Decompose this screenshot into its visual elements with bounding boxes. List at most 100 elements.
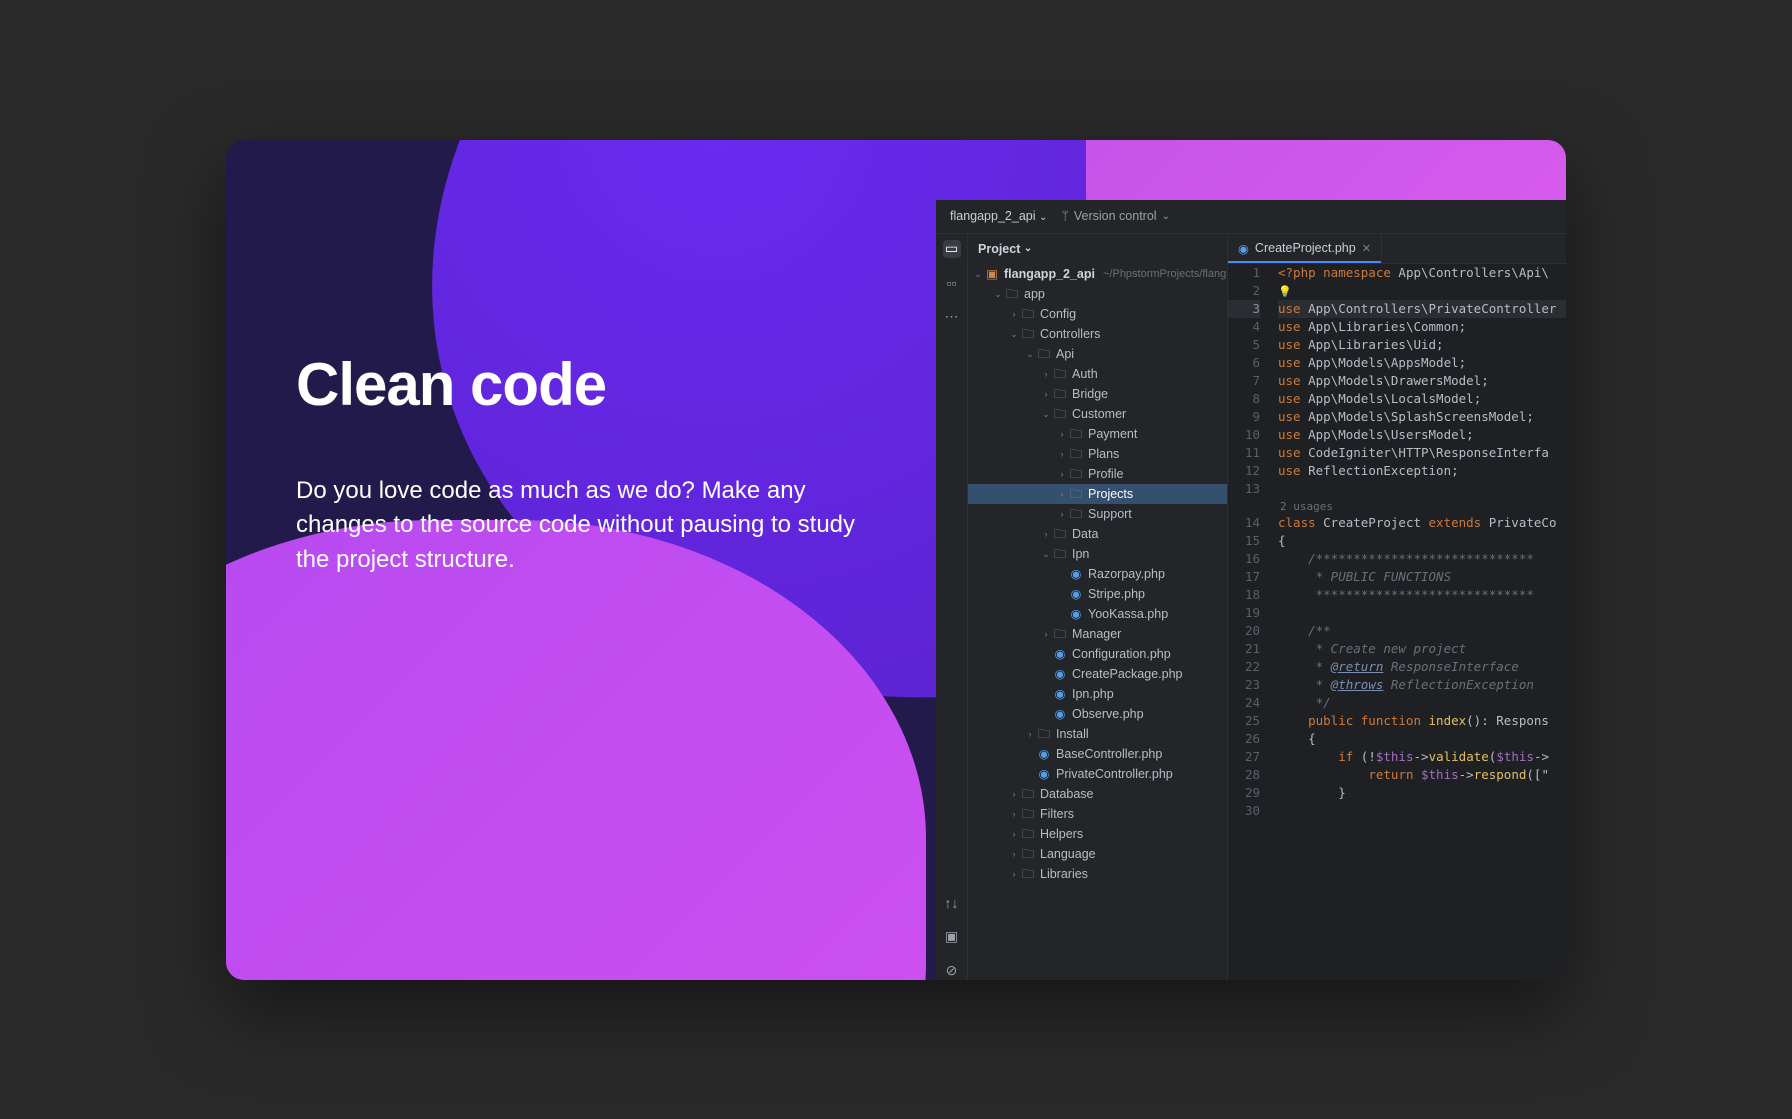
line-number[interactable]: 29 [1228, 784, 1260, 802]
code-line[interactable]: * PUBLIC FUNCTIONS [1278, 568, 1566, 586]
line-number[interactable]: 16 [1228, 550, 1260, 568]
project-tool-icon[interactable]: ▭ [943, 240, 961, 258]
tree-folder[interactable]: ⌄🗀Customer [968, 404, 1227, 424]
more-tool-icon[interactable]: ⋯ [943, 308, 961, 326]
code-line[interactable]: return $this->respond([" [1278, 766, 1566, 784]
code-line[interactable]: <?php namespace App\Controllers\Api\ [1278, 264, 1566, 282]
tree-folder[interactable]: ⌄🗀Controllers [968, 324, 1227, 344]
tree-folder[interactable]: ›🗀Support [968, 504, 1227, 524]
tree-file[interactable]: ◉Razorpay.php [968, 564, 1227, 584]
problems-tool-icon[interactable]: ⊘ [943, 962, 961, 980]
code-line[interactable]: if (!$this->validate($this-> [1278, 748, 1566, 766]
tree-file[interactable]: ◉Observe.php [968, 704, 1227, 724]
code-line[interactable]: use App\Models\LocalsModel; [1278, 390, 1566, 408]
tree-folder[interactable]: ›🗀Install [968, 724, 1227, 744]
line-number[interactable]: 18 [1228, 586, 1260, 604]
line-number[interactable]: 14 [1228, 514, 1260, 532]
tree-folder[interactable]: ⌄🗀app [968, 284, 1227, 304]
code-line[interactable]: use App\Libraries\Common; [1278, 318, 1566, 336]
code-line[interactable]: use ReflectionException; [1278, 462, 1566, 480]
tree-file[interactable]: ◉YooKassa.php [968, 604, 1227, 624]
line-number[interactable]: 24 [1228, 694, 1260, 712]
line-number[interactable]: 21 [1228, 640, 1260, 658]
code-line[interactable]: use App\Libraries\Uid; [1278, 336, 1566, 354]
version-control-dropdown[interactable]: ᛘ Version control ⌄ [1061, 209, 1170, 223]
tree-folder[interactable]: ›🗀Language [968, 844, 1227, 864]
code-line[interactable]: use CodeIgniter\HTTP\ResponseInterfa [1278, 444, 1566, 462]
line-number[interactable]: 9 [1228, 408, 1260, 426]
code-line[interactable]: */ [1278, 694, 1566, 712]
code-line[interactable]: /** [1278, 622, 1566, 640]
tree-folder[interactable]: ›🗀Libraries [968, 864, 1227, 884]
tab-createproject[interactable]: ◉ CreateProject.php ✕ [1228, 234, 1382, 263]
line-number[interactable]: 25 [1228, 712, 1260, 730]
tree-folder[interactable]: ›🗀Manager [968, 624, 1227, 644]
code-line[interactable] [1278, 604, 1566, 622]
tree-folder[interactable]: ›🗀Database [968, 784, 1227, 804]
tree-folder[interactable]: ›🗀Auth [968, 364, 1227, 384]
line-number[interactable]: 10 [1228, 426, 1260, 444]
code-line[interactable]: * @return ResponseInterface [1278, 658, 1566, 676]
code-line[interactable]: ***************************** [1278, 586, 1566, 604]
tree-folder[interactable]: ›🗀Bridge [968, 384, 1227, 404]
line-number[interactable]: 23 [1228, 676, 1260, 694]
tree-folder[interactable]: ›🗀Helpers [968, 824, 1227, 844]
line-number[interactable]: 3 [1228, 300, 1260, 318]
terminal-tool-icon[interactable]: ▣ [943, 928, 961, 946]
line-number[interactable]: 11 [1228, 444, 1260, 462]
code-line[interactable]: use App\Controllers\PrivateController [1278, 300, 1566, 318]
tree-folder[interactable]: ›🗀Projects [968, 484, 1227, 504]
line-number[interactable]: 4 [1228, 318, 1260, 336]
line-number[interactable]: 17 [1228, 568, 1260, 586]
tree-file[interactable]: ◉BaseController.php [968, 744, 1227, 764]
line-number[interactable]: 15 [1228, 532, 1260, 550]
project-tree[interactable]: ⌄▣flangapp_2_api~/PhpstormProjects/flang… [968, 264, 1227, 980]
tree-file[interactable]: ◉Ipn.php [968, 684, 1227, 704]
tree-file[interactable]: ◉PrivateController.php [968, 764, 1227, 784]
code-line[interactable]: } [1278, 784, 1566, 802]
tree-file[interactable]: ◉Stripe.php [968, 584, 1227, 604]
code-line[interactable]: use App\Models\DrawersModel; [1278, 372, 1566, 390]
tree-folder[interactable]: ›🗀Profile [968, 464, 1227, 484]
line-number[interactable]: 28 [1228, 766, 1260, 784]
tree-folder[interactable]: ›🗀Payment [968, 424, 1227, 444]
tree-folder[interactable]: ›🗀Filters [968, 804, 1227, 824]
line-number[interactable]: 1 [1228, 264, 1260, 282]
tree-folder[interactable]: ›🗀Data [968, 524, 1227, 544]
code-line[interactable]: * @throws ReflectionException [1278, 676, 1566, 694]
tree-folder[interactable]: ›🗀Plans [968, 444, 1227, 464]
tree-folder[interactable]: ›🗀Config [968, 304, 1227, 324]
line-number[interactable]: 20 [1228, 622, 1260, 640]
code-line[interactable]: public function index(): Respons [1278, 712, 1566, 730]
structure-tool-icon[interactable]: ▫▫ [943, 274, 961, 292]
line-number[interactable]: 12 [1228, 462, 1260, 480]
tree-file[interactable]: ◉Configuration.php [968, 644, 1227, 664]
tree-file[interactable]: ◉CreatePackage.php [968, 664, 1227, 684]
project-panel-dropdown[interactable]: Project ⌄ [968, 234, 1227, 264]
code-line[interactable]: class CreateProject extends PrivateCo [1278, 514, 1566, 532]
tree-folder[interactable]: ⌄🗀Ipn [968, 544, 1227, 564]
line-number[interactable]: 8 [1228, 390, 1260, 408]
line-number[interactable]: 13 [1228, 480, 1260, 498]
updown-tool-icon[interactable]: ↑↓ [943, 894, 961, 912]
close-icon[interactable]: ✕ [1362, 242, 1371, 255]
line-number[interactable]: 27 [1228, 748, 1260, 766]
code-line[interactable]: 💡 [1278, 282, 1566, 300]
line-number[interactable]: 26 [1228, 730, 1260, 748]
project-selector[interactable]: flangapp_2_api ⌄ [950, 209, 1047, 223]
line-number[interactable]: 6 [1228, 354, 1260, 372]
code-line[interactable]: * Create new project [1278, 640, 1566, 658]
code-line[interactable]: { [1278, 532, 1566, 550]
code-line[interactable]: /***************************** [1278, 550, 1566, 568]
code-line[interactable]: { [1278, 730, 1566, 748]
line-number[interactable]: 7 [1228, 372, 1260, 390]
line-number[interactable]: 5 [1228, 336, 1260, 354]
line-number[interactable]: 2 [1228, 282, 1260, 300]
tree-folder[interactable]: ⌄🗀Api [968, 344, 1227, 364]
code-line[interactable] [1278, 802, 1566, 820]
line-number[interactable]: 30 [1228, 802, 1260, 820]
code-line[interactable]: use App\Models\SplashScreensModel; [1278, 408, 1566, 426]
code-line[interactable]: use App\Models\UsersModel; [1278, 426, 1566, 444]
code-area[interactable]: 1234567891011121314151617181920212223242… [1228, 264, 1566, 980]
line-number[interactable]: 22 [1228, 658, 1260, 676]
